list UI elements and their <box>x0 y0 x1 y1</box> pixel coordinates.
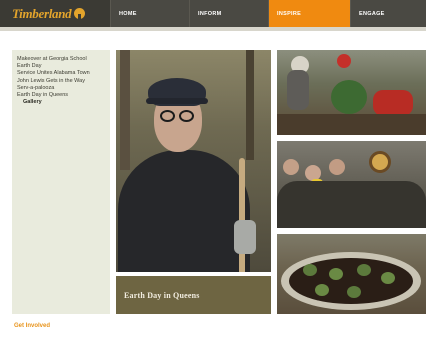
nav-inspire[interactable]: INSPIRE <box>268 0 350 27</box>
sidebar-item-alabama-town[interactable]: Service Unites Alabama Town <box>17 70 105 77</box>
plant <box>315 284 329 296</box>
soil <box>277 114 426 135</box>
photo-caption: Earth Day in Queens <box>116 276 271 314</box>
sidebar-item-gallery[interactable]: Gallery <box>17 99 105 106</box>
logo-text: Timberland <box>12 5 72 21</box>
nav-divider <box>0 27 426 31</box>
cap-brim <box>146 98 208 104</box>
person-sweater <box>118 150 250 272</box>
top-nav-bar: Timberland HOME INFORM INSPIRE ENGAGE <box>0 0 426 27</box>
volunteer-figure <box>287 70 309 110</box>
plant <box>381 272 395 284</box>
sidebar-item-georgia-school[interactable]: Makeover at Georgia School <box>17 56 105 63</box>
plant <box>303 264 317 276</box>
get-involved-link[interactable]: Get Involved <box>14 323 50 329</box>
sidebar-item-serv-a-palooza[interactable]: Serv-a-palooza <box>17 85 105 92</box>
plant <box>347 286 361 298</box>
plant <box>329 268 343 280</box>
nav-home[interactable]: HOME <box>110 0 189 27</box>
background-tree <box>246 50 254 160</box>
thumbnail-flowerbed[interactable] <box>277 234 426 314</box>
thumbnail-gardening[interactable] <box>277 50 426 135</box>
nav-inform[interactable]: INFORM <box>189 0 268 27</box>
main-photo[interactable] <box>116 50 271 272</box>
glasses-lens <box>160 110 175 122</box>
rake-handle <box>239 158 245 272</box>
tree-icon <box>74 8 86 19</box>
sidebar: Makeover at Georgia School Earth Day Ser… <box>12 50 110 314</box>
volunteer-face <box>329 159 345 175</box>
glasses-lens <box>179 110 194 122</box>
volunteer-figure <box>373 90 413 116</box>
thumbnail-volunteers[interactable] <box>277 141 426 228</box>
brand-logo[interactable]: Timberland <box>0 0 110 27</box>
background-tree <box>120 50 130 170</box>
volunteer-face <box>283 159 299 175</box>
shrub <box>331 80 367 114</box>
volunteer-group <box>277 181 426 228</box>
tree-stump <box>369 151 391 173</box>
volunteer-figure <box>337 54 351 68</box>
glasses <box>160 110 198 122</box>
work-glove <box>234 220 256 254</box>
sidebar-item-earth-day-queens[interactable]: Earth Day in Queens <box>17 92 105 99</box>
sidebar-item-john-lewis[interactable]: John Lewis Gets in the Way <box>17 78 105 85</box>
plant <box>357 264 371 276</box>
caption-text: Earth Day in Queens <box>124 290 200 300</box>
sidebar-item-earth-day[interactable]: Earth Day <box>17 63 105 70</box>
nav-engage[interactable]: ENGAGE <box>350 0 426 27</box>
